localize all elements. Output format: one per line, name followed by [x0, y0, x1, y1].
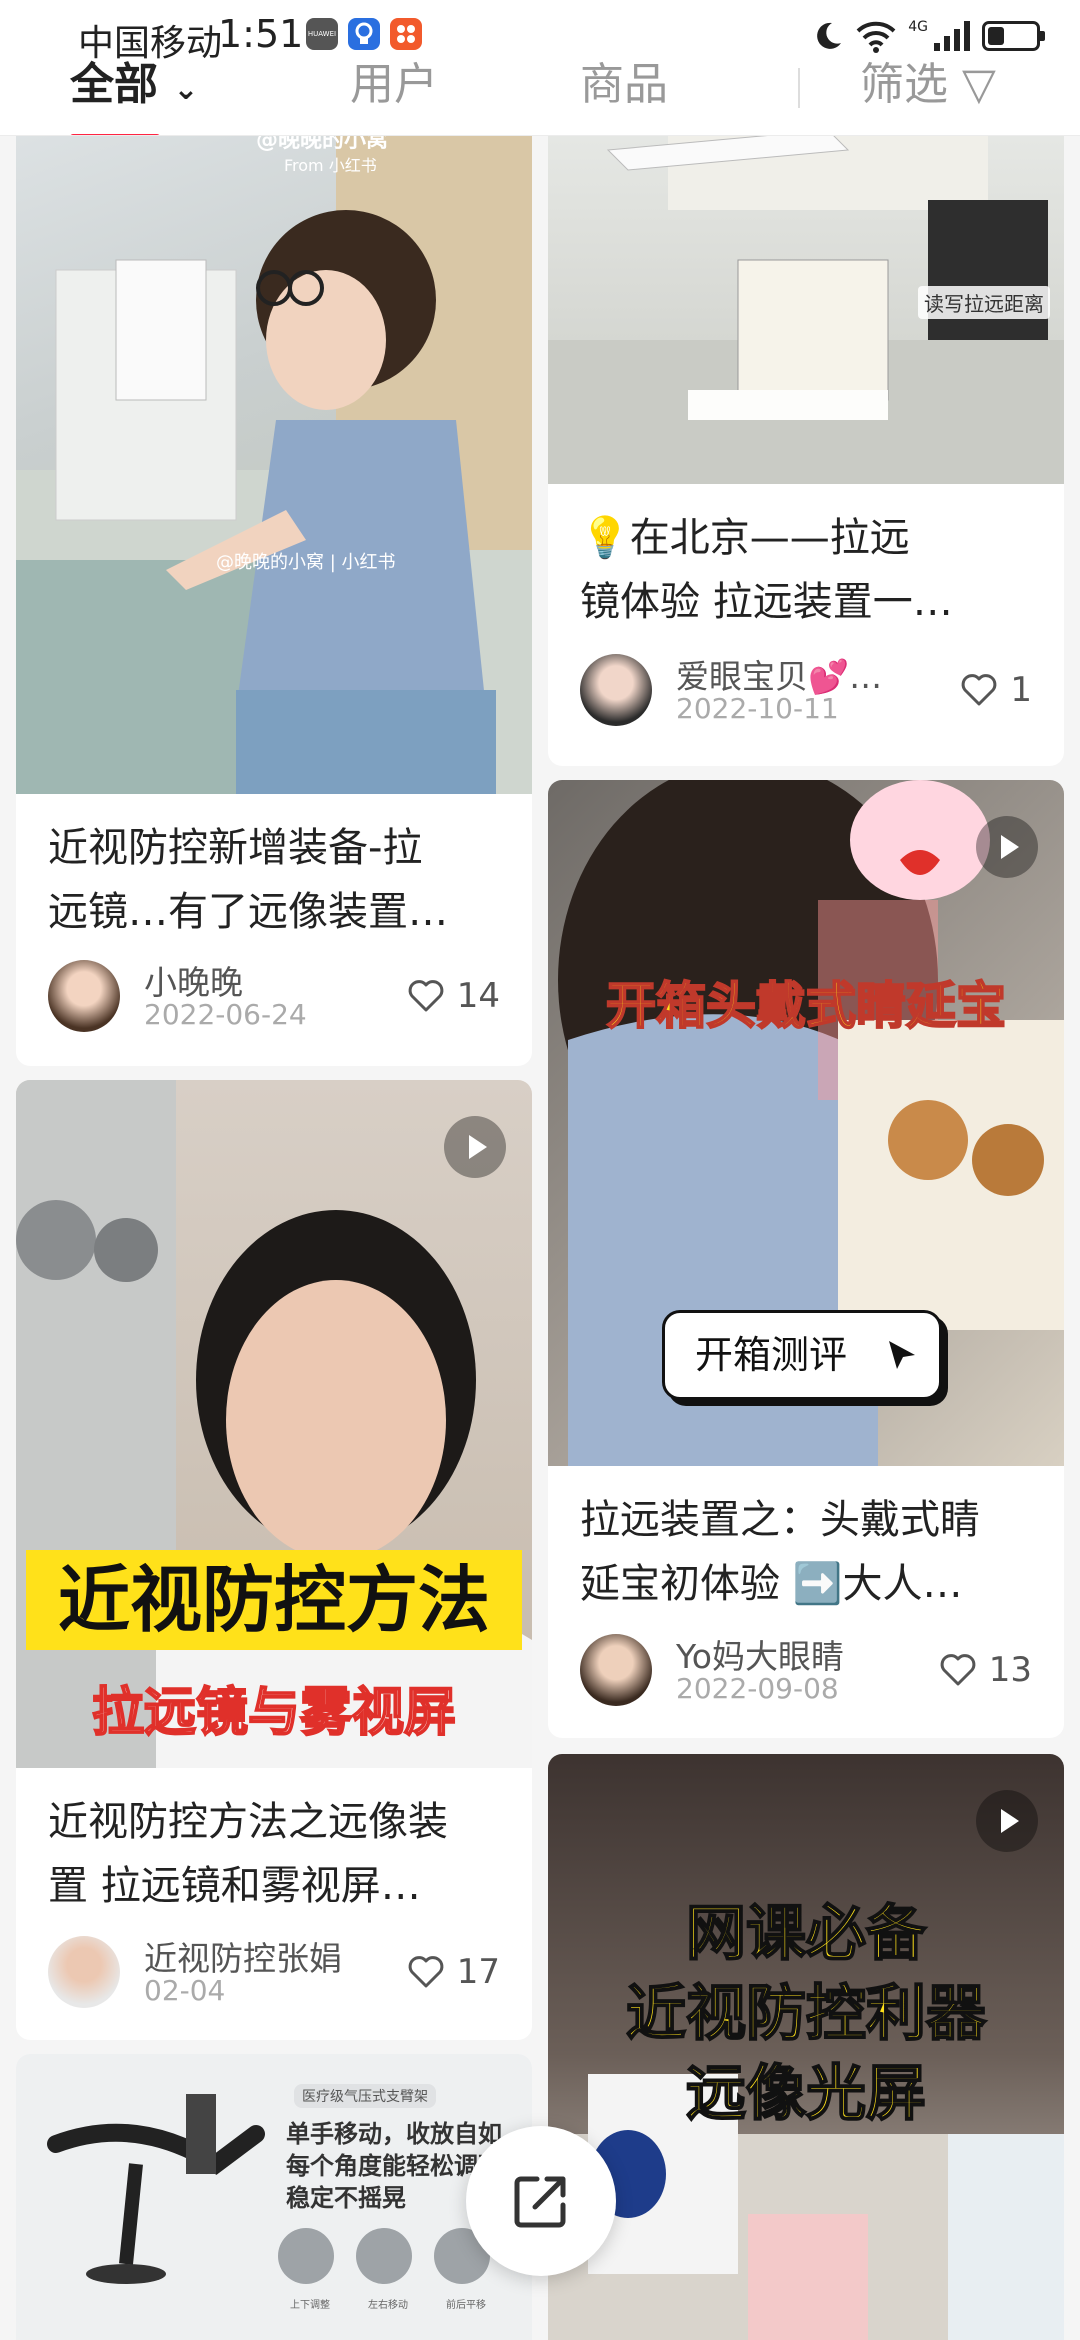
note-cover-image: 网课必备 近视防控利器 远像光屏 — [548, 1754, 1064, 2340]
tab-divider — [798, 68, 800, 108]
note-title: 近视防控方法之远像装 置 拉远镜和雾视屏… — [48, 1799, 448, 1909]
note-cover-image: 开箱头戴式睛延宝 开箱测评 — [548, 780, 1064, 1466]
note-cover-image: 近视防控方法 拉远镜与雾视屏 — [16, 1080, 532, 1768]
top-bar: 中国移动 1:51 HUAWEI 4G 全部 ⌄ 用户 商品 筛选 ▽ — [0, 0, 1080, 136]
filter-icon: ▽ — [962, 59, 996, 110]
cover-icon-label: 左右移动 — [368, 2300, 408, 2311]
active-tab-indicator — [70, 134, 160, 135]
cover-headline: 网课必备 近视防控利器 远像光屏 — [625, 1898, 987, 2130]
like-count: 17 — [456, 1952, 500, 1992]
cover-tag: 读写拉远距离 — [918, 286, 1050, 319]
cover-subheadline: 拉远镜与雾视屏 — [91, 1682, 457, 1744]
note-title: 近视防控新增装备-拉 远镜…有了远像装置… — [48, 825, 448, 935]
note-cover-image: 医疗级气压式支臂架 单手移动，收放自如 每个角度能轻松调整 稳定不摇晃 上下调整… — [16, 2054, 532, 2340]
heart-icon — [408, 1956, 444, 1988]
note-author-row: 爱眼宝贝💕… 2022-10-11 1 — [580, 650, 1032, 730]
note-title: 💡在北京——拉远 镜体验 拉远装置一… — [580, 515, 953, 625]
chevron-down-icon: ⌄ — [173, 72, 199, 107]
note-author-row: 近视防控张娟 02-04 17 — [48, 1932, 500, 2012]
cover-headline: 开箱头戴式睛延宝 — [605, 976, 1007, 1036]
heart-icon — [962, 674, 997, 706]
post-date: 2022-09-08 — [676, 1672, 839, 1705]
cover-watermark-mid: @晚晚的小窝 | 小红书 — [216, 552, 396, 573]
note-cover-image: @晚晚的小窝 From 小红书 @晚晚的小窝 | 小红书 — [16, 90, 532, 794]
share-button[interactable] — [466, 2126, 616, 2276]
note-card[interactable]: 网课必备 近视防控利器 远像光屏 — [548, 1754, 1064, 2340]
note-card[interactable]: 医疗级气压式支臂架 单手移动，收放自如 每个角度能轻松调整 稳定不摇晃 上下调整… — [16, 2054, 532, 2340]
bulb-app-icon — [348, 18, 380, 50]
cursor-icon — [889, 1341, 915, 1369]
avatar[interactable] — [580, 1634, 652, 1706]
author-name[interactable]: 爱眼宝贝💕… — [676, 650, 922, 698]
avatar[interactable] — [48, 1936, 120, 2008]
network-type: 4G — [908, 19, 928, 35]
author-name[interactable]: 近视防控张娟 — [144, 1932, 342, 1980]
like-count: 13 — [988, 1650, 1032, 1690]
cover-watermark-sub: From 小红书 — [284, 156, 377, 175]
note-author-row: Yo妈大眼睛 2022-09-08 13 — [580, 1630, 1032, 1710]
like-count: 14 — [456, 976, 500, 1016]
search-tabs: 全部 ⌄ 用户 商品 筛选 ▽ — [0, 48, 1080, 135]
cover-button-sticker: 开箱测评 — [662, 1310, 942, 1400]
play-icon — [444, 1116, 506, 1178]
cover-illustration — [16, 130, 532, 794]
author-name[interactable]: 小晚晚 — [144, 956, 243, 1004]
avatar[interactable] — [48, 960, 120, 1032]
share-icon — [514, 2176, 566, 2228]
like-button[interactable]: 17 — [407, 1950, 500, 1994]
heart-icon — [408, 980, 444, 1012]
play-icon — [976, 1790, 1038, 1852]
cover-headline: 近视防控方法 — [26, 1550, 522, 1650]
like-button[interactable]: 1 — [960, 668, 1032, 712]
tab-products[interactable]: 商品 — [580, 48, 668, 112]
note-card[interactable]: @晚晚的小窝 From 小红书 @晚晚的小窝 | 小红书 近视防控新增装备-拉 … — [16, 90, 532, 1066]
play-icon — [976, 816, 1038, 878]
tab-filter[interactable]: 筛选 ▽ — [860, 48, 996, 112]
cover-tag: 医疗级气压式支臂架 — [294, 2084, 436, 2108]
note-author-row: 小晚晚 2022-06-24 14 — [48, 956, 500, 1036]
cover-icon-label: 前后平移 — [446, 2300, 486, 2311]
avatar[interactable] — [580, 654, 652, 726]
note-card[interactable]: 开箱头戴式睛延宝 开箱测评 拉远装置之：头戴式睛 延宝初体验 ➡️大人… Yo妈… — [548, 780, 1064, 1738]
note-card[interactable]: 读写拉远距离 💡在北京——拉远 镜体验 拉远装置一… 爱眼宝贝💕… 2022-1… — [548, 90, 1064, 766]
like-button[interactable]: 13 — [939, 1648, 1032, 1692]
like-count: 1 — [1010, 670, 1032, 710]
note-title: 拉远装置之：头戴式睛 延宝初体验 ➡️大人… — [580, 1497, 980, 1607]
like-button[interactable]: 14 — [407, 974, 500, 1018]
post-date: 2022-10-11 — [676, 692, 839, 725]
cover-illustration — [16, 1080, 532, 1768]
author-name[interactable]: Yo妈大眼睛 — [676, 1630, 844, 1678]
note-card[interactable]: 近视防控方法 拉远镜与雾视屏 近视防控方法之远像装 置 拉远镜和雾视屏… 近视防… — [16, 1080, 532, 2040]
tab-all[interactable]: 全部 ⌄ — [70, 48, 198, 112]
cover-icon-label: 上下调整 — [290, 2300, 330, 2311]
post-date: 02-04 — [144, 1974, 226, 2007]
post-date: 2022-06-24 — [144, 998, 307, 1031]
grid-app-icon — [390, 18, 422, 50]
heart-icon — [940, 1654, 976, 1686]
note-cover-image: 读写拉远距离 — [548, 90, 1064, 484]
huawei-app-icon: HUAWEI — [306, 18, 338, 50]
tab-users[interactable]: 用户 — [350, 48, 438, 112]
battery-icon — [982, 21, 1045, 51]
